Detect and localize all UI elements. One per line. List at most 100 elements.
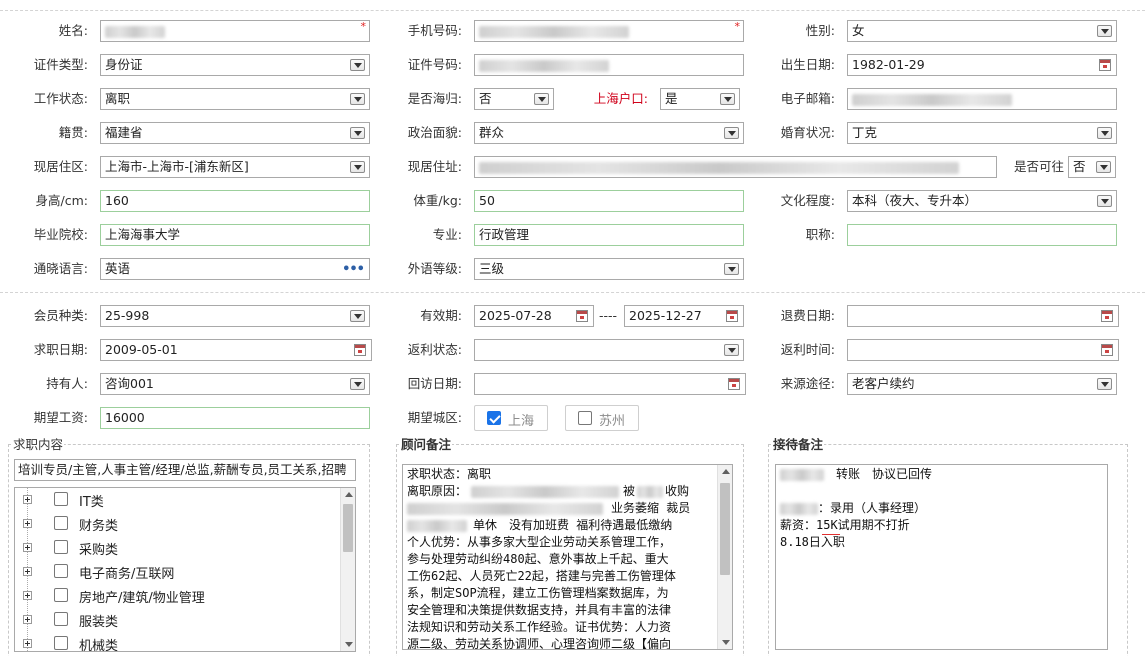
height-field[interactable]: 160 xyxy=(100,190,370,212)
scroll-thumb[interactable] xyxy=(343,504,353,552)
chevron-down-icon[interactable] xyxy=(350,93,365,105)
job-content-summary[interactable]: 培训专员/主管,人事主管/经理/总监,薪酬专员,员工关系,招聘 xyxy=(14,459,356,481)
chevron-down-icon[interactable] xyxy=(534,93,549,105)
job-category-tree[interactable]: IT类 财务类 采购类 电子商务/互联网 房地产/建筑/物业管理 服装类 机械类 xyxy=(14,487,356,652)
school-field[interactable]: 上海海事大学 xyxy=(100,224,370,246)
source-select[interactable]: 老客户续约 xyxy=(847,373,1117,395)
rebate-status-select[interactable] xyxy=(474,339,744,361)
native-place-select[interactable]: 福建省 xyxy=(100,122,370,144)
consultant-notes-textarea[interactable]: 求职状态：离职 离职原因： 被 收购 业务萎缩 裁员 单休 没有加班费 福利待遇最低… xyxy=(402,464,733,650)
chevron-down-icon[interactable] xyxy=(724,344,739,356)
returnee-select[interactable]: 否 xyxy=(474,88,554,110)
refund-date-field[interactable] xyxy=(847,305,1119,327)
expand-icon[interactable] xyxy=(23,495,32,504)
tree-item[interactable]: 房地产/建筑/物业管理 xyxy=(23,584,343,608)
chevron-down-icon[interactable] xyxy=(350,310,365,322)
checkbox-unchecked[interactable] xyxy=(578,411,592,425)
city-option-suzhou[interactable]: 苏州 xyxy=(565,405,639,431)
chevron-down-icon[interactable] xyxy=(1097,127,1112,139)
scroll-down-icon[interactable] xyxy=(722,640,730,645)
gender-select[interactable]: 女 xyxy=(847,20,1117,42)
chevron-down-icon[interactable] xyxy=(350,59,365,71)
expand-icon[interactable] xyxy=(23,519,32,528)
chevron-down-icon[interactable] xyxy=(350,378,365,390)
visit-date-field[interactable] xyxy=(474,373,746,395)
scroll-up-icon[interactable] xyxy=(345,492,353,497)
birth-date-field[interactable]: 1982-01-29 xyxy=(847,54,1117,76)
checkbox-unchecked[interactable] xyxy=(54,492,68,506)
chevron-down-icon[interactable] xyxy=(1097,25,1112,37)
expand-icon[interactable] xyxy=(23,543,32,552)
scroll-down-icon[interactable] xyxy=(345,642,353,647)
valid-to-field[interactable]: 2025-12-27 xyxy=(624,305,744,327)
language-value: 英语 xyxy=(105,261,131,276)
expand-icon[interactable] xyxy=(23,567,32,576)
expand-icon[interactable] xyxy=(23,591,32,600)
member-type-select[interactable]: 25-998 xyxy=(100,305,370,327)
chevron-down-icon[interactable] xyxy=(1097,195,1112,207)
tree-item[interactable]: 采购类 xyxy=(23,536,343,560)
checkbox-unchecked[interactable] xyxy=(54,516,68,530)
chevron-down-icon[interactable] xyxy=(724,263,739,275)
checkbox-unchecked[interactable] xyxy=(54,636,68,650)
calendar-icon[interactable] xyxy=(728,378,740,390)
expand-icon[interactable] xyxy=(23,639,32,648)
calendar-icon[interactable] xyxy=(354,344,366,356)
valid-from-field[interactable]: 2025-07-28 xyxy=(474,305,594,327)
phone-field[interactable]: * xyxy=(474,20,744,42)
weight-field[interactable]: 50 xyxy=(474,190,744,212)
tree-scrollbar[interactable] xyxy=(340,488,355,651)
calendar-icon[interactable] xyxy=(576,310,588,322)
holder-select[interactable]: 咨询001 xyxy=(100,373,370,395)
lang-level-select[interactable]: 三级 xyxy=(474,258,744,280)
address-field[interactable] xyxy=(474,156,997,178)
tree-item[interactable]: IT类 xyxy=(23,488,343,512)
tree-item[interactable]: 服装类 xyxy=(23,608,343,632)
can-visit-select[interactable]: 否 xyxy=(1068,156,1116,178)
major-value: 行政管理 xyxy=(479,227,530,242)
id-number-field[interactable] xyxy=(474,54,744,76)
expand-icon[interactable] xyxy=(23,615,32,624)
calendar-icon[interactable] xyxy=(1101,344,1113,356)
education-select[interactable]: 本科（夜大、专升本） xyxy=(847,190,1117,212)
scroll-up-icon[interactable] xyxy=(722,469,730,474)
calendar-icon[interactable] xyxy=(1101,310,1113,322)
sh-hukou-select[interactable]: 是 xyxy=(660,88,740,110)
rebate-time-label: 返利时间: xyxy=(780,342,835,357)
calendar-icon[interactable] xyxy=(726,310,738,322)
chevron-down-icon[interactable] xyxy=(350,127,365,139)
checkbox-unchecked[interactable] xyxy=(54,612,68,626)
language-field[interactable]: 英语 ••• xyxy=(100,258,370,280)
chevron-down-icon[interactable] xyxy=(1097,378,1112,390)
title-field[interactable] xyxy=(847,224,1117,246)
chevron-down-icon[interactable] xyxy=(720,93,735,105)
tree-item[interactable]: 机械类 xyxy=(23,632,343,651)
scroll-thumb[interactable] xyxy=(720,483,730,575)
chevron-down-icon[interactable] xyxy=(724,127,739,139)
rebate-time-field[interactable] xyxy=(847,339,1119,361)
note-line: 个人优势：从事多家大型企业劳动关系管理工作， xyxy=(407,535,672,549)
job-seek-date-field[interactable]: 2009-05-01 xyxy=(100,339,372,361)
chevron-down-icon[interactable] xyxy=(1096,161,1111,173)
tree-item[interactable]: 电子商务/互联网 xyxy=(23,560,343,584)
calendar-icon[interactable] xyxy=(1099,59,1111,71)
checkbox-unchecked[interactable] xyxy=(54,564,68,578)
work-status-select[interactable]: 离职 xyxy=(100,88,370,110)
salary-field[interactable]: 16000 xyxy=(100,407,370,429)
checkbox-checked[interactable] xyxy=(487,411,501,425)
checkbox-unchecked[interactable] xyxy=(54,588,68,602)
reception-notes-textarea[interactable]: 转账 协议已回传 ：录用（人事经理） 薪资：15K试用期不打折 8.18日入职 xyxy=(775,464,1108,650)
checkbox-unchecked[interactable] xyxy=(54,540,68,554)
chevron-down-icon[interactable] xyxy=(350,161,365,173)
id-type-select[interactable]: 身份证 xyxy=(100,54,370,76)
city-option-shanghai[interactable]: 上海 xyxy=(474,405,548,431)
marital-select[interactable]: 丁克 xyxy=(847,122,1117,144)
political-select[interactable]: 群众 xyxy=(474,122,744,144)
name-field[interactable]: * xyxy=(100,20,370,42)
tree-item[interactable]: 财务类 xyxy=(23,512,343,536)
residence-area-select[interactable]: 上海市-上海市-[浦东新区] xyxy=(100,156,370,178)
notes-scrollbar[interactable] xyxy=(717,465,732,649)
more-icon[interactable]: ••• xyxy=(342,260,365,279)
email-field[interactable] xyxy=(847,88,1117,110)
major-field[interactable]: 行政管理 xyxy=(474,224,744,246)
